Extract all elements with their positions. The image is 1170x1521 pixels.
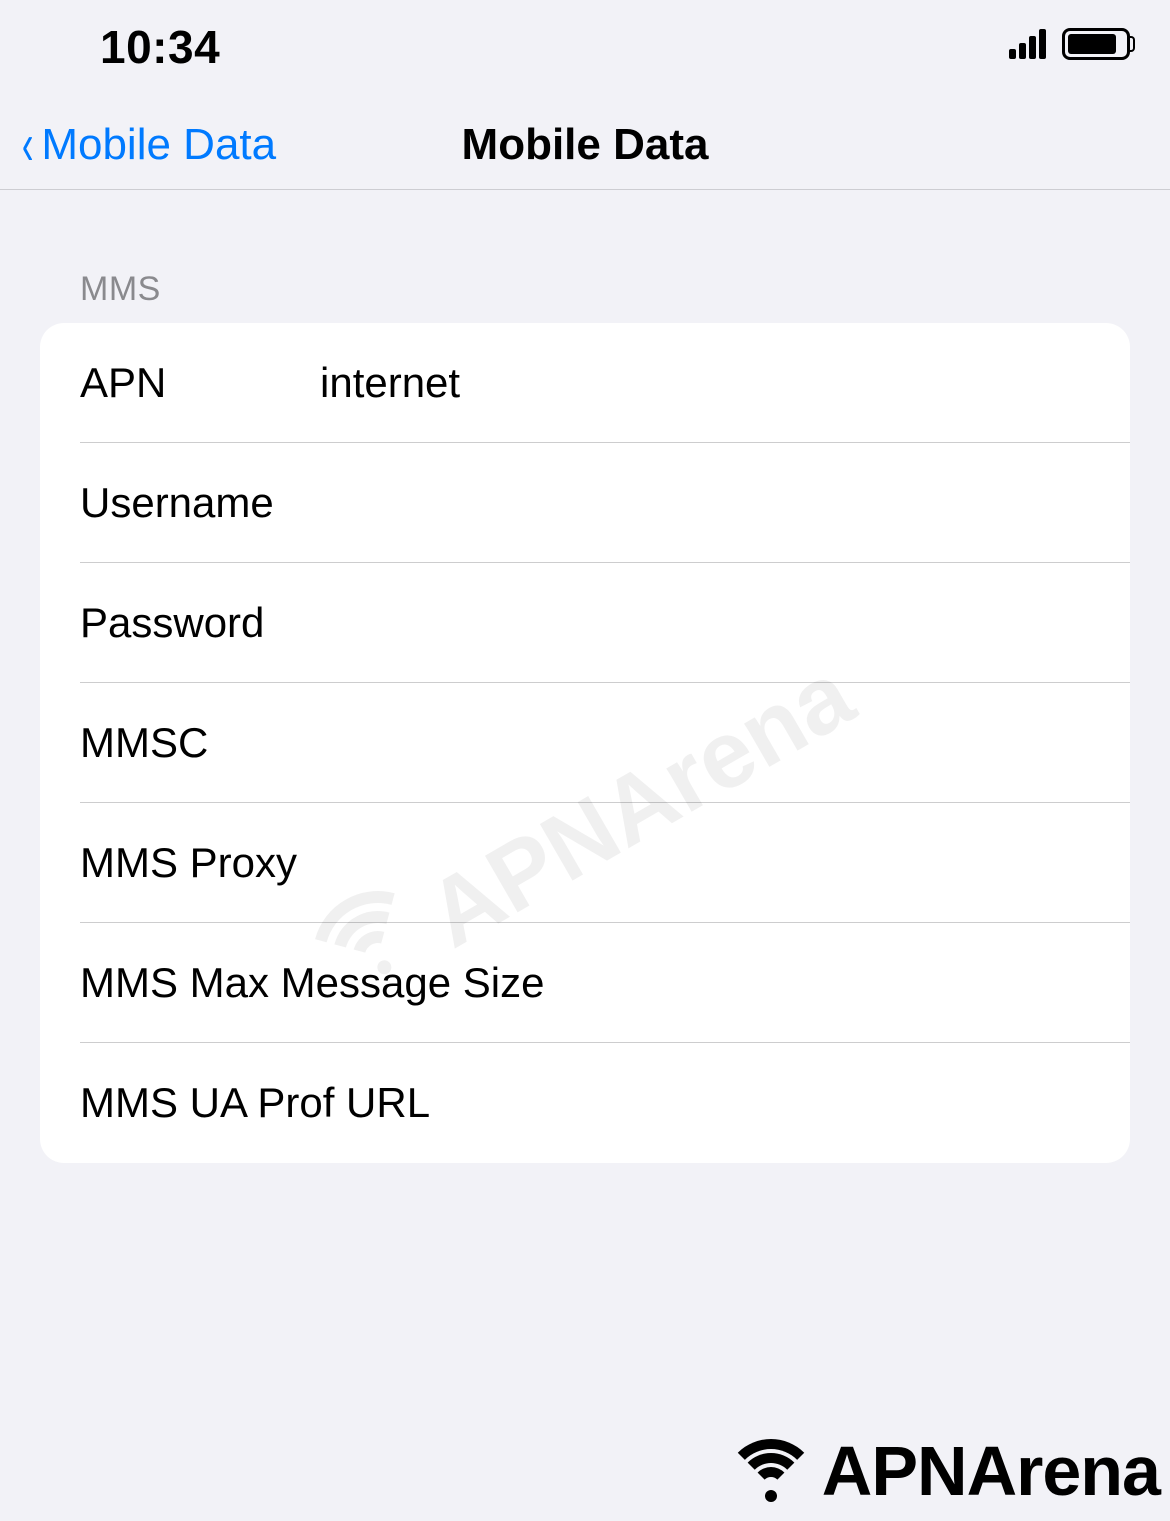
apn-field[interactable] [320,359,1090,407]
row-label: APN [80,359,320,407]
row-password[interactable]: Password [40,563,1130,683]
footer-brand: APNArena [726,1431,1160,1511]
signal-icon [1009,29,1046,59]
content-area: MMS APN Username Password MMSC MMS Proxy… [0,190,1170,1163]
status-time: 10:34 [100,20,220,74]
nav-header: ‹ Mobile Data Mobile Data [0,100,1170,190]
row-label: Password [80,599,320,647]
mmsc-field[interactable] [320,719,1090,767]
row-username[interactable]: Username [40,443,1130,563]
status-bar: 10:34 [0,0,1170,100]
row-mms-proxy[interactable]: MMS Proxy [40,803,1130,923]
row-mmsc[interactable]: MMSC [40,683,1130,803]
row-mms-ua-prof[interactable]: MMS UA Prof URL [40,1043,1130,1163]
section-header-mms: MMS [40,270,1130,323]
row-apn[interactable]: APN [40,323,1130,443]
battery-icon [1062,28,1130,60]
back-label: Mobile Data [41,120,276,170]
row-label: MMS Proxy [80,839,297,887]
mms-proxy-field[interactable] [297,839,1090,887]
wifi-icon [726,1436,816,1506]
row-mms-max-size[interactable]: MMS Max Message Size [40,923,1130,1043]
footer-brand-text: APNArena [822,1431,1160,1511]
page-title: Mobile Data [462,120,709,170]
row-label: MMS UA Prof URL [80,1079,430,1127]
chevron-left-icon: ‹ [22,116,34,174]
mms-max-size-field[interactable] [544,959,1090,1007]
row-label: MMSC [80,719,320,767]
settings-group-mms: APN Username Password MMSC MMS Proxy MMS… [40,323,1130,1163]
row-label: MMS Max Message Size [80,959,544,1007]
password-field[interactable] [320,599,1090,647]
username-field[interactable] [320,479,1090,527]
back-button[interactable]: ‹ Mobile Data [0,116,276,174]
mms-ua-prof-field[interactable] [430,1079,1090,1127]
status-icons [1009,20,1130,60]
row-label: Username [80,479,320,527]
